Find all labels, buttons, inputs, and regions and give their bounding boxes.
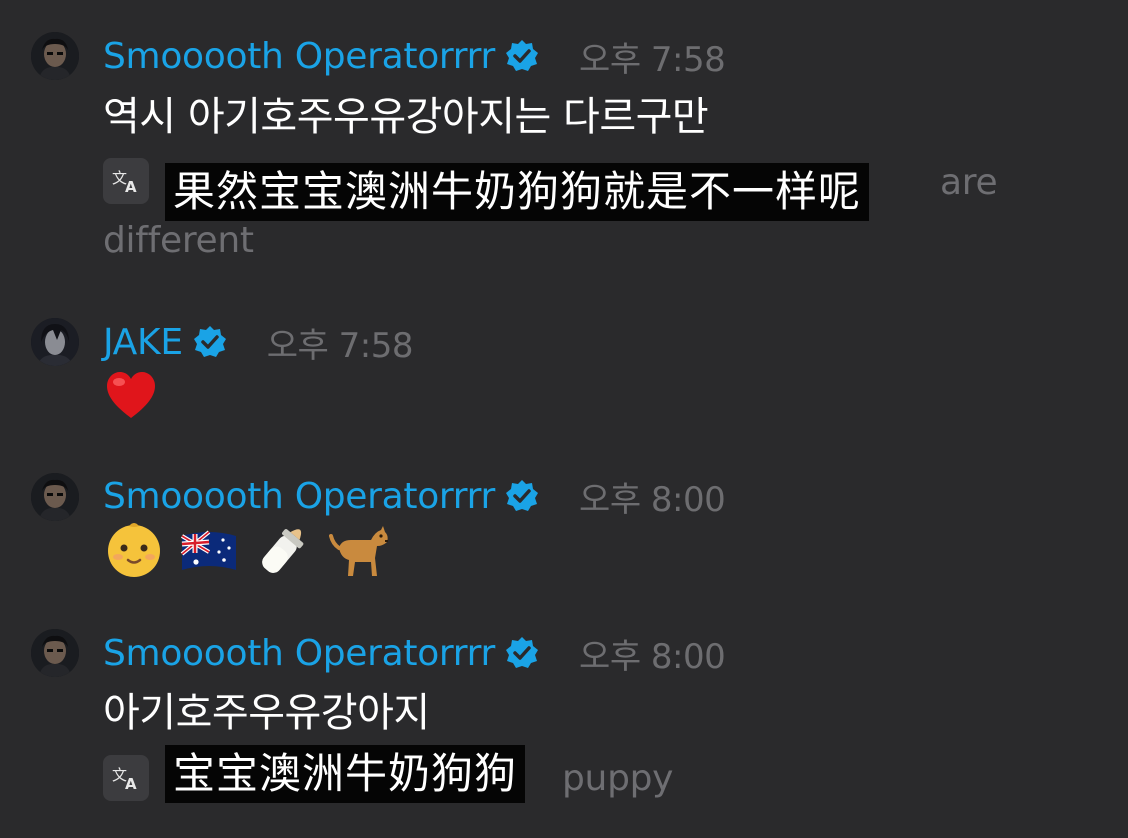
message-header: Smooooth Operatorrrr 오후 7:58 [103, 36, 726, 80]
translate-icon: 文 A [112, 169, 137, 196]
avatar[interactable] [31, 32, 79, 80]
message-text: 아기호주우유강아지 [103, 690, 430, 736]
dog-emoji-icon [329, 526, 388, 576]
timestamp: 오후 7:58 [579, 39, 726, 80]
verified-badge-icon [505, 636, 539, 670]
translate-button[interactable]: 文 A [103, 158, 149, 204]
translation-text-end: are [940, 162, 998, 203]
timestamp: 오후 7:58 [266, 325, 414, 366]
username[interactable]: Smooooth Operatorrrr [103, 36, 495, 77]
translation-text-end: puppy [562, 758, 674, 799]
subtitle-overlay: 果然宝宝澳洲牛奶狗狗就是不一样呢 [165, 163, 870, 221]
message-header: Smooooth Operatorrrr 오후 8:00 [103, 633, 726, 677]
avatar[interactable] [31, 318, 79, 366]
verified-badge-icon [505, 479, 539, 513]
timestamp: 오후 8:00 [579, 636, 726, 677]
avatar[interactable] [31, 473, 79, 521]
username[interactable]: JAKE [103, 322, 183, 363]
reaction-row [103, 368, 159, 424]
translate-button[interactable]: 文 A [103, 755, 149, 801]
baby-emoji-icon [108, 523, 160, 577]
svg-text:A: A [125, 775, 137, 793]
translate-icon: 文 A [112, 766, 137, 793]
baby-bottle-emoji-icon [262, 529, 304, 573]
emoji-row [103, 518, 391, 580]
australia-flag-emoji-icon [180, 530, 236, 570]
subtitle-overlay: 宝宝澳洲牛奶狗狗 [165, 745, 526, 803]
avatar[interactable] [31, 629, 79, 677]
verified-badge-icon [505, 39, 539, 73]
verified-badge-icon [193, 325, 227, 359]
heart-emoji-icon [107, 372, 155, 418]
message-header: Smooooth Operatorrrr 오후 8:00 [103, 476, 726, 520]
timestamp: 오후 8:00 [579, 479, 726, 520]
message-header: JAKE 오후 7:58 [103, 322, 413, 366]
translation-text-line-2: different [103, 220, 254, 261]
username[interactable]: Smooooth Operatorrrr [103, 476, 495, 517]
username[interactable]: Smooooth Operatorrrr [103, 633, 495, 674]
message-text: 역시 아기호주우유강아지는 다르구만 [103, 94, 709, 140]
svg-text:A: A [125, 178, 137, 196]
